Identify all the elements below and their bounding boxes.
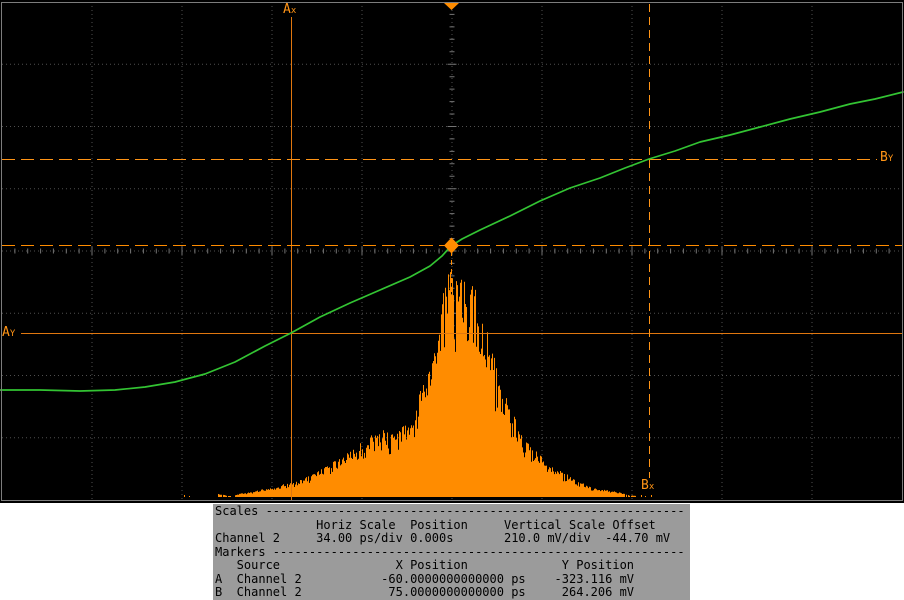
panel-markers-header: Markers --------------------------------… (215, 546, 690, 560)
marker-bx-label-sub: x (649, 482, 654, 492)
marker-ax-label-sub: x (291, 6, 296, 16)
marker-ax-label-main: A (283, 2, 291, 17)
panel-scales-columns: Horiz Scale Position Vertical Scale Offs… (215, 519, 690, 533)
marker-bx-label[interactable]: Bx (641, 479, 654, 494)
panel-markers-columns: Source X Position Y Position (215, 559, 690, 573)
panel-scales-row: Channel 2 34.00 ps/div 0.000s 210.0 mV/d… (215, 532, 690, 546)
panel-scales-header: Scales ---------------------------------… (215, 505, 690, 519)
bottom-band: Scales ---------------------------------… (0, 503, 904, 600)
scales-markers-panel: Scales ---------------------------------… (213, 504, 690, 600)
marker-bx-label-main: B (641, 478, 649, 493)
marker-by-label[interactable]: BY (880, 151, 893, 166)
panel-marker-b-row: B Channel 2 75.0000000000000 ps 264.206 … (215, 586, 690, 600)
graticule-area: Ax AY BY Bx (0, 0, 904, 503)
marker-ay-label-sub: Y (10, 329, 15, 339)
marker-by-label-main: B (880, 150, 888, 165)
oscilloscope-screen: Ax AY BY Bx Scales ---------------------… (0, 0, 904, 600)
marker-by-label-sub: Y (888, 154, 893, 164)
trigger-position-icon[interactable] (444, 3, 459, 10)
scope-display (0, 0, 904, 503)
marker-ay-label[interactable]: AY (2, 326, 15, 341)
jitter-histogram (185, 272, 652, 497)
marker-ax-label[interactable]: Ax (283, 3, 296, 18)
marker-ay-label-main: A (2, 325, 10, 340)
panel-marker-a-row: A Channel 2 -60.0000000000000 ps -323.11… (215, 573, 690, 587)
